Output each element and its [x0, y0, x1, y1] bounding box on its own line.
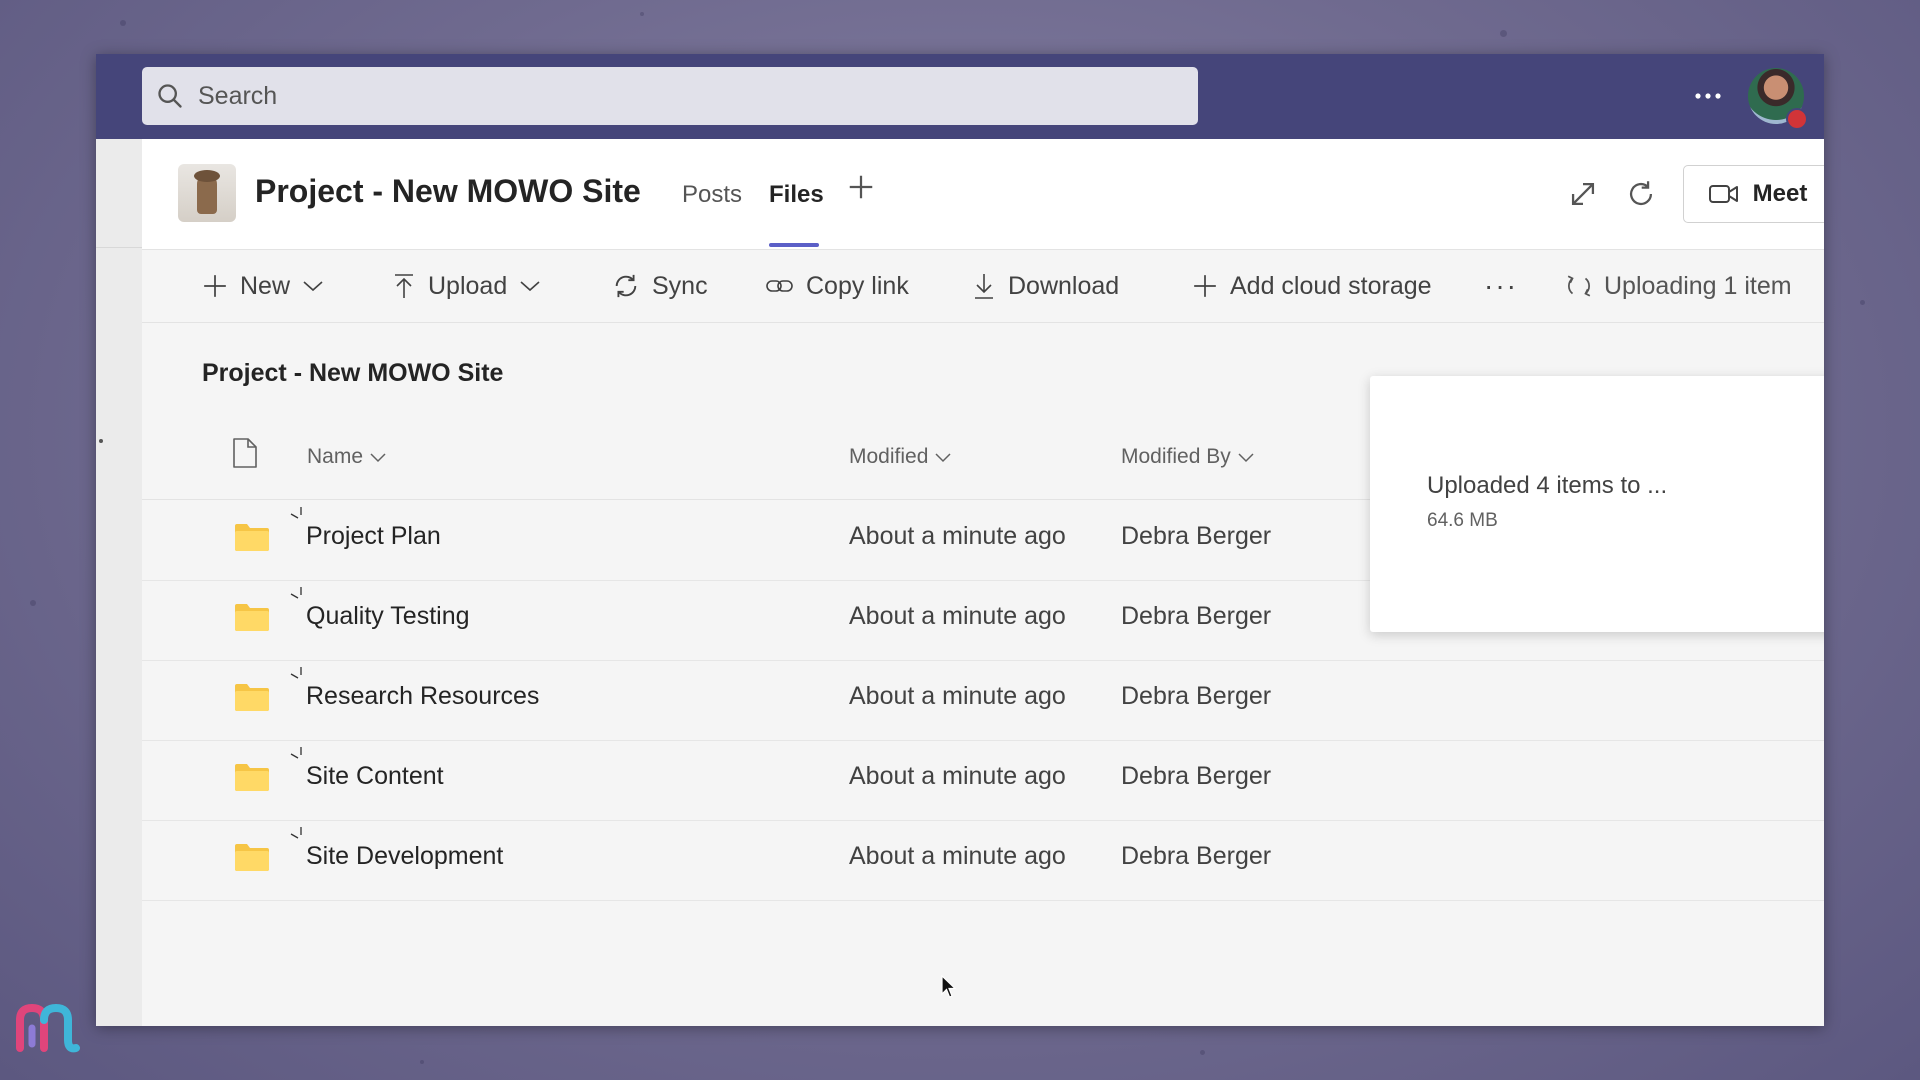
files-toolbar: New Upload Sync Copy link Download Add c…	[142, 250, 1824, 323]
active-tab-indicator	[769, 243, 819, 247]
download-label: Download	[1008, 271, 1120, 300]
file-type-icon[interactable]	[232, 437, 258, 469]
folder-icon	[235, 844, 269, 871]
uploading-status[interactable]: Uploading 1 item	[1566, 268, 1792, 304]
upload-status-title[interactable]: Uploaded 4 items to ...	[1427, 472, 1667, 500]
folder-icon	[235, 764, 269, 791]
team-name: Project - New MOWO Site	[255, 173, 641, 209]
sync-icon	[615, 274, 637, 298]
upload-status-flyout: Uploaded 4 items to ... 64.6 MB	[1370, 376, 1824, 632]
copy-link-label: Copy link	[806, 271, 909, 300]
sync-pending-icon	[290, 507, 302, 519]
tab-posts[interactable]: Posts	[682, 181, 742, 209]
column-header-name[interactable]: Name	[307, 445, 387, 469]
sync-pending-icon	[290, 587, 302, 599]
table-row[interactable]: Site Content About a minute ago Debra Be…	[142, 740, 1824, 821]
breadcrumb[interactable]: Project - New MOWO Site	[202, 359, 503, 388]
modified-by-cell: Debra Berger	[1121, 762, 1272, 790]
file-name[interactable]: Site Development	[306, 842, 503, 871]
modified-cell: About a minute ago	[849, 762, 1066, 790]
sync-pending-icon	[290, 827, 302, 839]
search-icon	[158, 84, 182, 108]
link-icon	[766, 280, 793, 292]
add-cloud-storage-button[interactable]: Add cloud storage	[1192, 268, 1432, 304]
search-box[interactable]	[142, 67, 1198, 125]
column-modified-by-label: Modified By	[1121, 445, 1231, 468]
uploading-label: Uploading 1 item	[1604, 271, 1792, 300]
meet-button[interactable]: Meet	[1684, 166, 1824, 222]
column-modified-label: Modified	[849, 445, 929, 468]
chevron-down-icon	[370, 453, 386, 463]
uploading-sync-icon	[1567, 275, 1591, 297]
new-button[interactable]: New	[202, 268, 324, 304]
top-bar	[96, 54, 1824, 139]
channel-header: Project - New MOWO Site Posts Files Meet	[142, 139, 1824, 250]
folder-icon	[235, 604, 269, 631]
folder-icon	[235, 684, 269, 711]
upload-status-size: 64.6 MB	[1427, 510, 1498, 531]
plus-icon	[1194, 275, 1216, 297]
sync-pending-icon	[290, 667, 302, 679]
upload-icon	[395, 274, 413, 298]
rail-divider	[96, 247, 142, 248]
meet-split-button: Meet	[1683, 165, 1824, 223]
modified-cell: About a minute ago	[849, 682, 1066, 710]
copy-link-button[interactable]: Copy link	[766, 268, 909, 304]
team-logo	[178, 164, 236, 222]
mouse-cursor-icon	[941, 975, 957, 998]
file-name[interactable]: Research Resources	[306, 682, 539, 711]
video-camera-icon	[1708, 185, 1738, 203]
sync-button[interactable]: Sync	[612, 268, 708, 304]
folder-icon	[235, 524, 269, 551]
file-name[interactable]: Project Plan	[306, 522, 441, 551]
tab-files[interactable]: Files	[769, 181, 824, 209]
modified-by-cell: Debra Berger	[1121, 682, 1272, 710]
table-row[interactable]: Research Resources About a minute ago De…	[142, 660, 1824, 741]
expand-icon[interactable]	[1566, 177, 1600, 211]
upload-button[interactable]: Upload	[392, 268, 541, 304]
file-name[interactable]: Quality Testing	[306, 602, 470, 631]
watermark-logo-icon	[16, 1003, 80, 1053]
search-input[interactable]	[196, 80, 1100, 112]
modified-by-cell: Debra Berger	[1121, 842, 1272, 870]
new-label: New	[240, 271, 291, 300]
modified-by-cell: Debra Berger	[1121, 522, 1272, 550]
left-rail	[96, 139, 143, 1026]
modified-cell: About a minute ago	[849, 522, 1066, 550]
presence-status-badge	[1786, 108, 1808, 130]
modified-cell: About a minute ago	[849, 602, 1066, 630]
rail-dot	[99, 439, 103, 443]
meet-label: Meet	[1752, 180, 1808, 207]
chevron-down-icon	[935, 453, 951, 463]
add-cloud-storage-label: Add cloud storage	[1230, 271, 1432, 300]
add-tab-icon[interactable]	[846, 169, 876, 211]
chevron-down-icon	[520, 281, 540, 292]
refresh-icon[interactable]	[1624, 177, 1658, 211]
modified-cell: About a minute ago	[849, 842, 1066, 870]
teams-window: Project - New MOWO Site Posts Files Meet	[96, 54, 1824, 1026]
plus-icon	[204, 275, 226, 297]
column-header-modified-by[interactable]: Modified By	[1121, 445, 1255, 469]
column-name-label: Name	[307, 445, 364, 468]
chevron-down-icon	[303, 281, 323, 292]
sync-label: Sync	[652, 271, 708, 300]
download-button[interactable]: Download	[972, 268, 1119, 304]
chevron-down-icon	[1238, 453, 1254, 463]
upload-label: Upload	[428, 271, 508, 300]
table-row[interactable]: Site Development About a minute ago Debr…	[142, 820, 1824, 901]
column-header-modified[interactable]: Modified	[849, 445, 952, 469]
more-icon[interactable]	[1688, 76, 1728, 116]
sync-pending-icon	[290, 747, 302, 759]
more-options-button[interactable]: ···	[1484, 268, 1518, 304]
file-name[interactable]: Site Content	[306, 762, 444, 791]
download-icon	[975, 274, 993, 299]
modified-by-cell: Debra Berger	[1121, 602, 1272, 630]
